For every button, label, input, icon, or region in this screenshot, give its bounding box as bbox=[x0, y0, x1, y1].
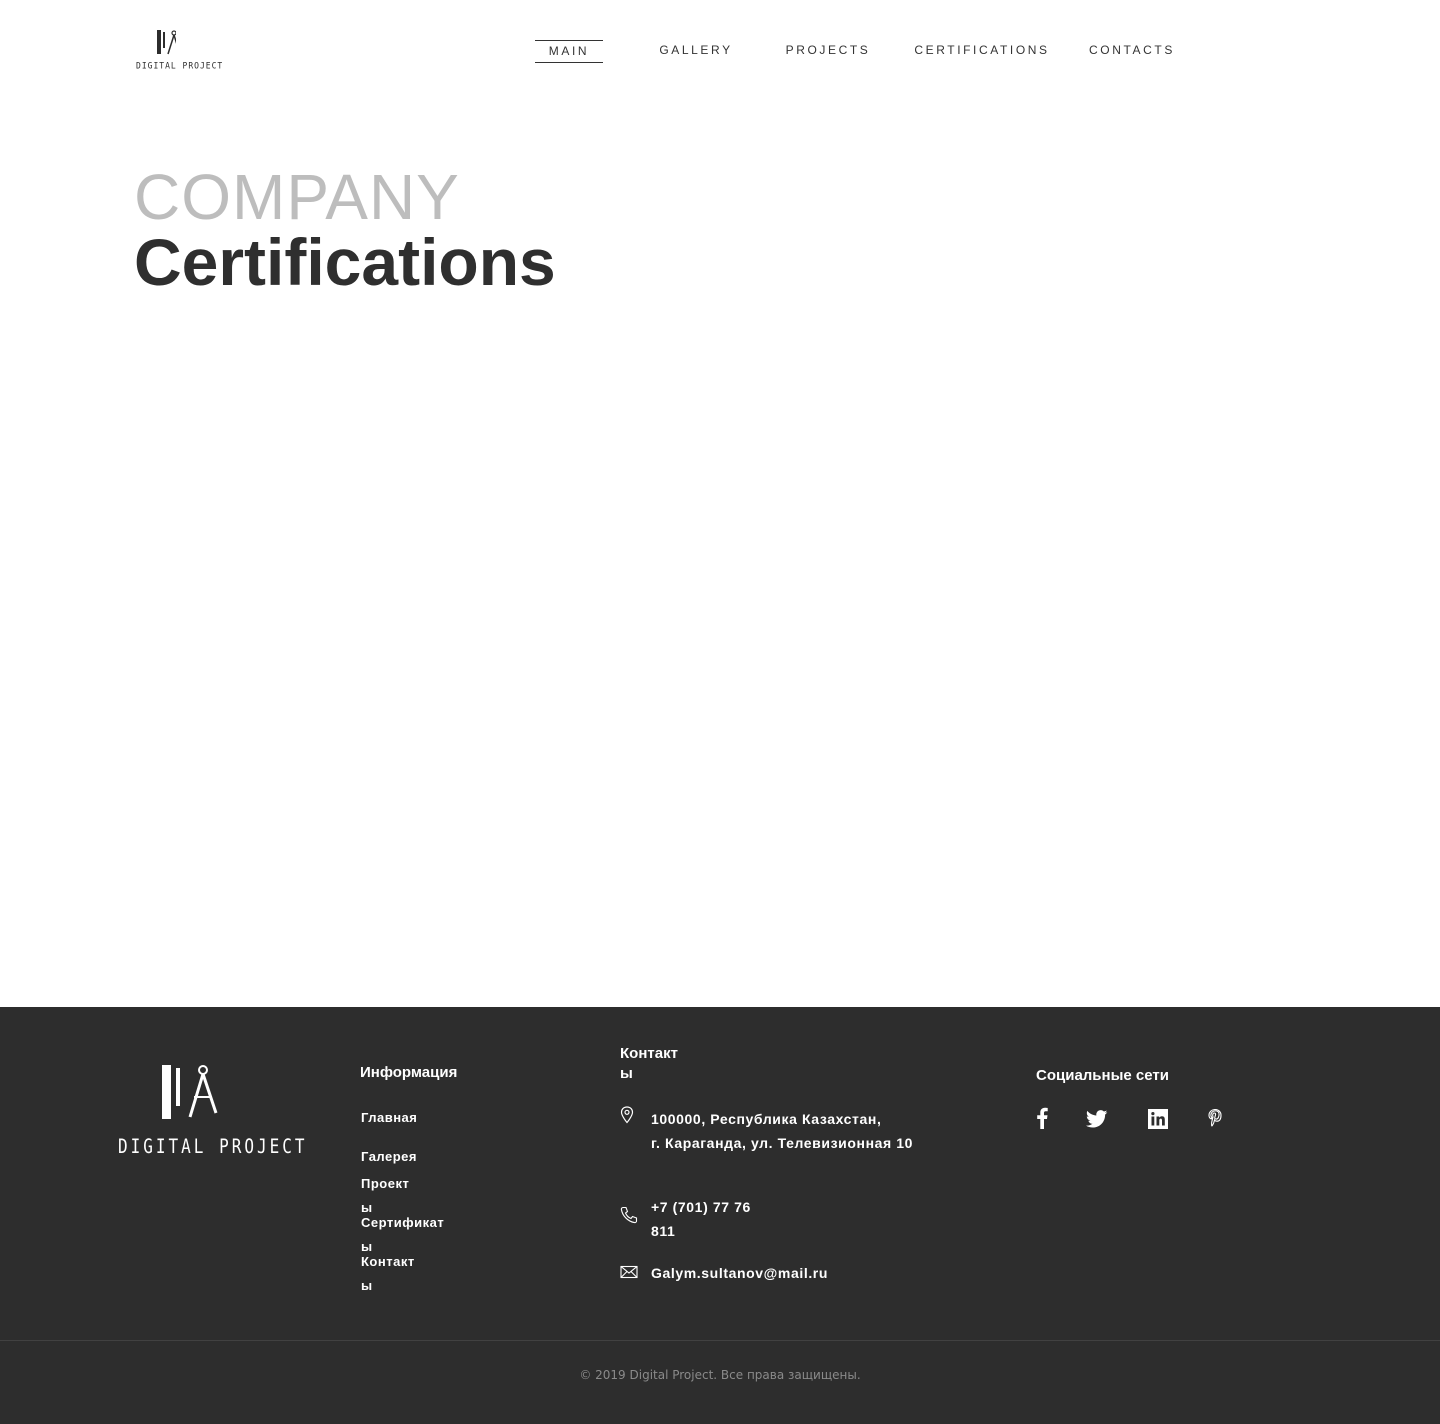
footer-link-main[interactable]: Главная bbox=[361, 1106, 417, 1130]
footer-logo[interactable]: DIGITAL PROJECT bbox=[118, 1065, 308, 1165]
logo-mark-icon bbox=[162, 1065, 218, 1119]
footer-logo-text: DIGITAL PROJECT bbox=[118, 1135, 308, 1158]
mail-icon bbox=[620, 1265, 638, 1284]
email-link[interactable]: Galym.sultanov@mail.ru bbox=[651, 1261, 828, 1285]
contacts-heading: Контакт ы bbox=[620, 1045, 678, 1082]
footer-link-contacts[interactable]: Контакт ы bbox=[361, 1250, 415, 1298]
address-line-2: г. Караганда, ул. Телевизионная 10 bbox=[651, 1135, 914, 1151]
hero-subtitle: COMPANY bbox=[134, 161, 460, 233]
nav-item-certifications[interactable]: CERTIFICATIONS bbox=[912, 40, 1052, 61]
footer-link-gallery[interactable]: Галерея bbox=[361, 1145, 417, 1169]
nav-item-main[interactable]: MAIN bbox=[535, 40, 603, 63]
phone-line-2[interactable]: 811 bbox=[651, 1219, 675, 1243]
site-footer: DIGITAL PROJECT Информация Главная Галер… bbox=[0, 1007, 1440, 1424]
nav-item-contacts[interactable]: CONTACTS bbox=[1084, 40, 1180, 61]
footer-divider bbox=[0, 1340, 1440, 1341]
social-heading: Социальные сети bbox=[1036, 1067, 1169, 1084]
main-nav: MAIN GALLERY PROJECTS CERTIFICATIONS CON… bbox=[0, 40, 1440, 64]
address-line-1: 100000, Республика Казахстан, bbox=[651, 1111, 882, 1127]
linkedin-icon[interactable] bbox=[1148, 1109, 1168, 1134]
info-heading: Информация bbox=[360, 1064, 458, 1081]
nav-item-projects[interactable]: PROJECTS bbox=[780, 40, 876, 61]
location-pin-icon bbox=[620, 1106, 634, 1129]
phone-icon bbox=[620, 1206, 638, 1229]
facebook-icon[interactable] bbox=[1036, 1107, 1048, 1134]
twitter-icon[interactable] bbox=[1085, 1110, 1108, 1133]
site-header: DIGITAL PROJECT MAIN GALLERY PROJECTS CE… bbox=[0, 0, 1440, 100]
pinterest-icon[interactable] bbox=[1208, 1108, 1222, 1134]
nav-item-gallery[interactable]: GALLERY bbox=[654, 40, 738, 61]
copyright-text: © 2019 Digital Project. Все права защище… bbox=[579, 1368, 861, 1382]
phone-line-1[interactable]: +7 (701) 77 76 bbox=[651, 1195, 751, 1219]
page-title: Certifications bbox=[134, 225, 556, 299]
